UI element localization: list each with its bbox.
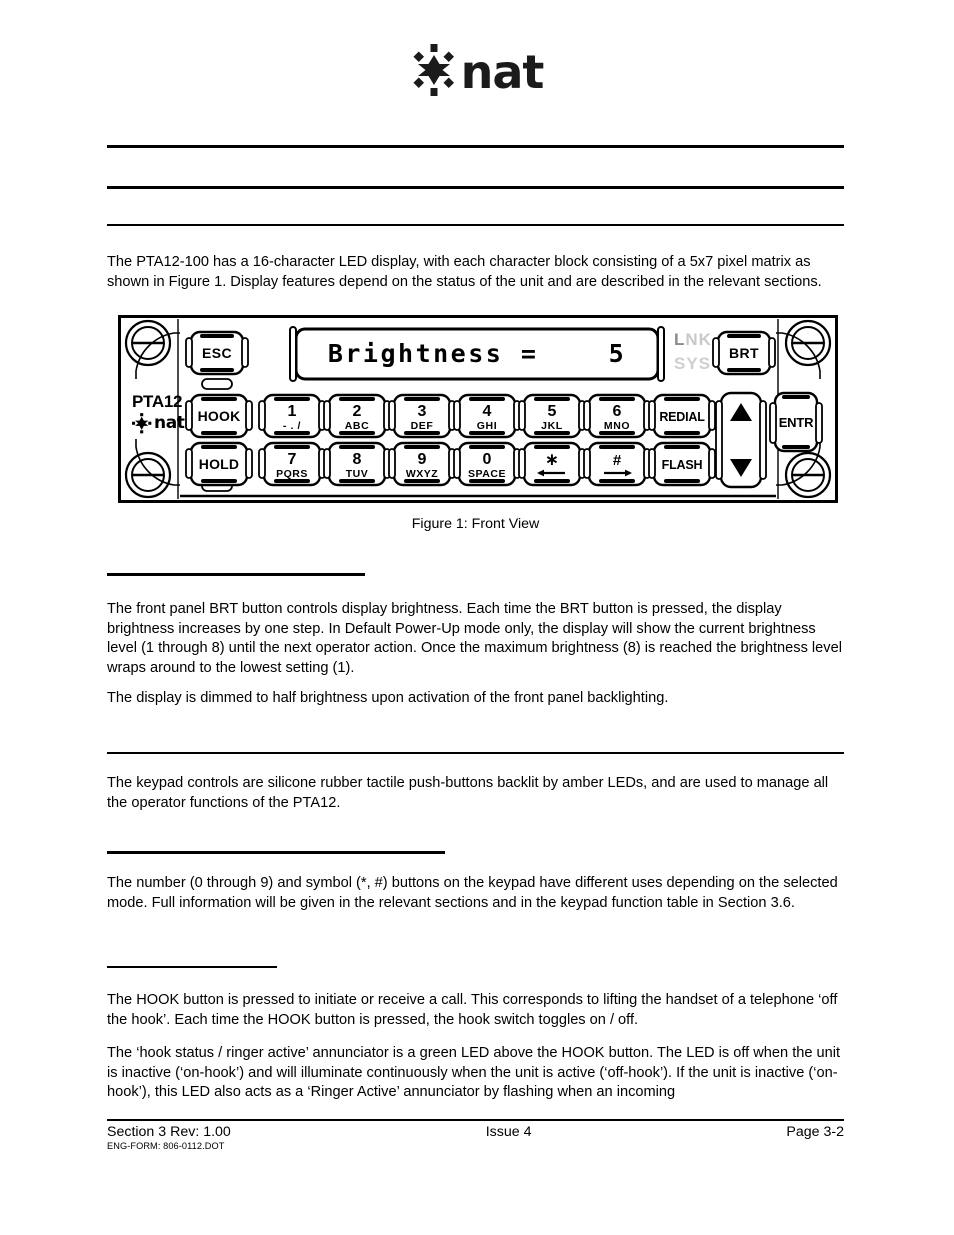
svg-text:FLASH: FLASH bbox=[662, 458, 703, 472]
annunciator-paragraph: The ‘hook status / ringer active’ annunc… bbox=[107, 1045, 841, 1101]
svg-text:- . /: - . / bbox=[283, 420, 301, 432]
document-page: nat The PTA12-100 has a 16-character LED… bbox=[0, 0, 954, 1235]
heading-rule-3 bbox=[107, 224, 844, 226]
heading-rule-2 bbox=[107, 186, 844, 189]
svg-text:∗: ∗ bbox=[545, 450, 559, 470]
svg-text:JKL: JKL bbox=[541, 420, 563, 432]
key-brt: BRT bbox=[712, 330, 776, 376]
key-redial: REDIAL bbox=[648, 393, 716, 439]
keypad-key-0: 0 SPACE bbox=[453, 441, 521, 487]
keypad-key-4: 4 GHI bbox=[453, 393, 521, 439]
page-footer: Section 3 Rev: 1.00 ENG-FORM: 806-0112.D… bbox=[107, 1124, 844, 1151]
keypad-key-5: 5 JKL bbox=[518, 393, 586, 439]
indicator-sys: SYS bbox=[674, 354, 711, 373]
brightness-paragraph: The front panel BRT button controls disp… bbox=[107, 601, 842, 676]
keypad-key-9: 9 WXYZ bbox=[388, 441, 456, 487]
logo-wordmark: nat bbox=[460, 45, 545, 99]
svg-text:1: 1 bbox=[288, 403, 297, 420]
svg-text:2: 2 bbox=[353, 403, 362, 420]
svg-text:PQRS: PQRS bbox=[276, 468, 308, 480]
svg-text:HOLD: HOLD bbox=[199, 456, 239, 472]
svg-text:HOOK: HOOK bbox=[198, 408, 241, 424]
panel-screw-top-right bbox=[784, 319, 832, 367]
key-entr: ENTR bbox=[769, 391, 823, 453]
key-esc: ESC bbox=[185, 330, 249, 376]
dimmed-paragraph: The display is dimmed to half brightness… bbox=[107, 690, 669, 706]
svg-text:REDIAL: REDIAL bbox=[659, 410, 705, 424]
svg-text:MNO: MNO bbox=[604, 420, 630, 432]
svg-text:4: 4 bbox=[483, 403, 492, 420]
svg-text:6: 6 bbox=[613, 403, 622, 420]
keypad-key-8: 8 TUV bbox=[323, 441, 391, 487]
svg-text:ABC: ABC bbox=[345, 420, 370, 432]
svg-text:0: 0 bbox=[483, 451, 492, 468]
panel-screw-bottom-left bbox=[124, 451, 172, 499]
key-flash: FLASH bbox=[648, 441, 716, 487]
heading-rule-keypad bbox=[107, 752, 844, 755]
subheading-rule-number-keys bbox=[107, 851, 445, 854]
footer-section-rev: Section 3 Rev: 1.00 bbox=[107, 1124, 231, 1140]
keypad-key-6: 6 MNO bbox=[583, 393, 651, 439]
led-display: Brightness = 5 bbox=[289, 326, 665, 382]
keypad-key-star: ∗ bbox=[518, 441, 586, 487]
led-display-text: Brightness = 5 bbox=[328, 339, 626, 368]
hook-paragraph: The HOOK button is pressed to initiate o… bbox=[107, 992, 838, 1028]
subheading-rule-hook bbox=[107, 966, 277, 969]
svg-text:9: 9 bbox=[418, 451, 427, 468]
figure-caption: Figure 1: Front View bbox=[411, 516, 540, 532]
company-logo: nat bbox=[0, 44, 954, 96]
svg-text:nat: nat bbox=[154, 413, 185, 433]
svg-text:8: 8 bbox=[353, 451, 362, 468]
footer-issue: Issue 4 bbox=[485, 1124, 532, 1140]
svg-text:ENTR: ENTR bbox=[779, 415, 814, 430]
hook-status-led bbox=[201, 378, 233, 390]
footer-page-number: Page 3-2 bbox=[786, 1124, 844, 1140]
svg-text:7: 7 bbox=[288, 451, 297, 468]
svg-text:3: 3 bbox=[418, 403, 427, 420]
panel-screw-top-left bbox=[124, 319, 172, 367]
footer-rule bbox=[107, 1119, 844, 1122]
keypad-key-1: 1 - . / bbox=[258, 393, 326, 439]
indicator-lnk: LNK bbox=[674, 330, 712, 349]
svg-text:TUV: TUV bbox=[346, 468, 369, 480]
key-hold: HOLD bbox=[185, 441, 253, 487]
heading-rule-1 bbox=[107, 145, 844, 148]
keypad-key-2: 2 ABC bbox=[323, 393, 391, 439]
key-updown-rocker bbox=[715, 391, 767, 489]
key-hook: HOOK bbox=[185, 393, 253, 439]
subheading-rule-brightness bbox=[107, 573, 365, 576]
svg-text:ESC: ESC bbox=[202, 345, 232, 361]
keypad-key-3: 3 DEF bbox=[388, 393, 456, 439]
svg-text:#: # bbox=[613, 452, 622, 469]
footer-form-code: ENG-FORM: 806-0112.DOT bbox=[107, 1141, 225, 1151]
svg-text:PTA12: PTA12 bbox=[132, 392, 182, 411]
svg-text:BRT: BRT bbox=[729, 345, 759, 361]
keypad-key-7: 7 PQRS bbox=[258, 441, 326, 487]
keypad-paragraph: The keypad controls are silicone rubber … bbox=[107, 775, 829, 811]
number-keys-paragraph: The number (0 through 9) and symbol (*, … bbox=[107, 875, 838, 911]
display-intro-paragraph: The PTA12-100 has a 16-character LED dis… bbox=[107, 254, 822, 290]
device-front-panel-figure: Brightness = 5 LNK SYS ESC BRT PTA12 nat… bbox=[118, 315, 838, 510]
svg-text:WXYZ: WXYZ bbox=[406, 468, 438, 480]
svg-text:GHI: GHI bbox=[477, 420, 497, 432]
keypad-key-hash: # bbox=[583, 441, 651, 487]
svg-text:DEF: DEF bbox=[411, 420, 434, 432]
svg-text:SPACE: SPACE bbox=[468, 468, 506, 480]
starburst-asterisk-icon bbox=[411, 44, 457, 96]
panel-screw-bottom-right bbox=[784, 451, 832, 499]
svg-text:5: 5 bbox=[548, 403, 557, 420]
